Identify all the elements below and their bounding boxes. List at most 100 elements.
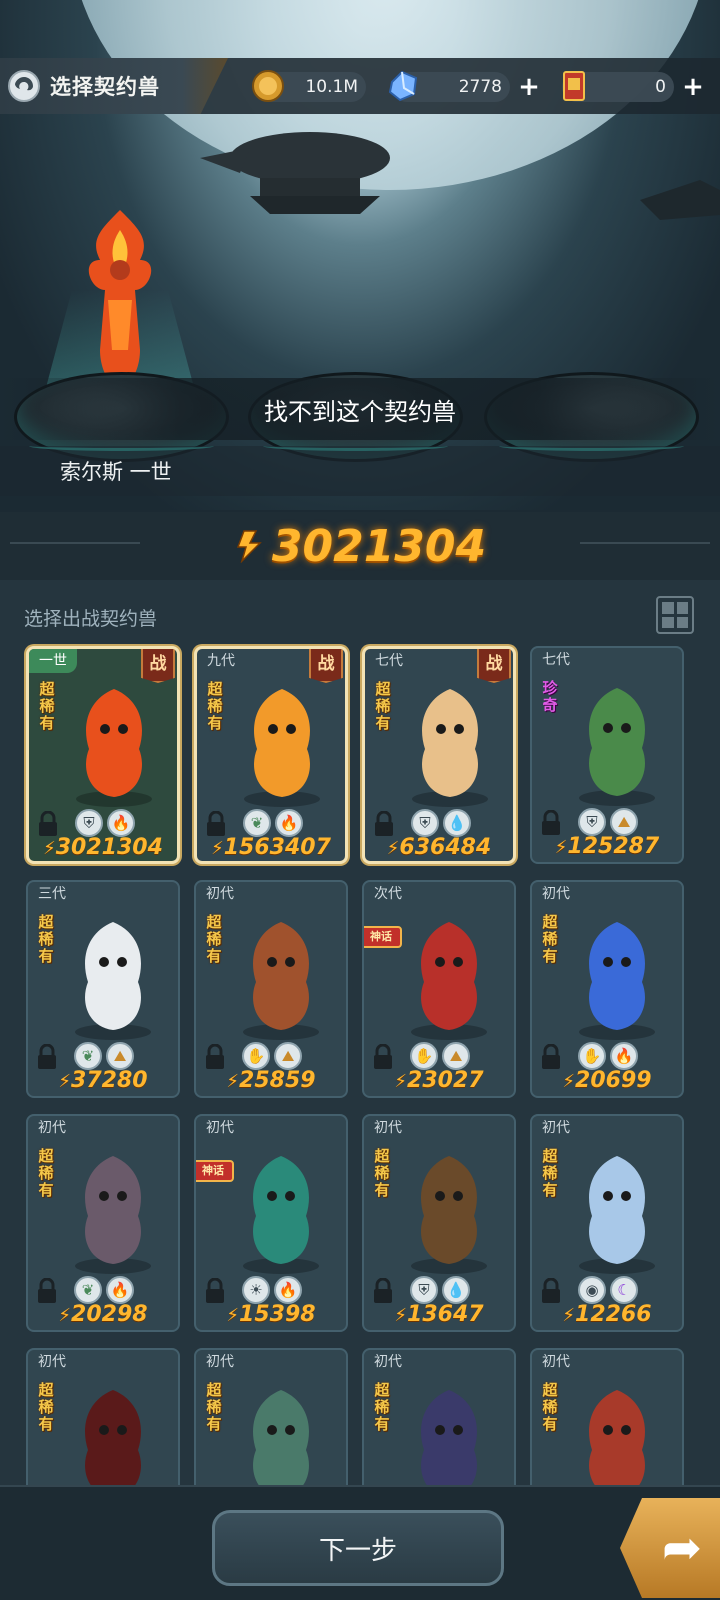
creature-card[interactable]: 次代 神话 ✋ ⛰ ⚡23027: [362, 880, 516, 1098]
generation-label: 初代: [374, 1354, 402, 1370]
power-bolt-icon: ⚡: [43, 838, 56, 859]
creature-card[interactable]: 三代 超稀有 ❦ ⛰ ⚡37280: [26, 880, 180, 1098]
lock-icon[interactable]: [540, 1044, 562, 1070]
creature-power-value: 15398: [239, 1302, 316, 1327]
lock-icon[interactable]: [36, 1044, 58, 1070]
mythic-ribbon: 神话: [196, 1160, 234, 1182]
dark-icon: ☾: [610, 1276, 638, 1304]
creature-card[interactable]: 初代 神话 ☀ 🔥 ⚡15398: [194, 1114, 348, 1332]
rarity-label: 超稀有: [38, 913, 54, 965]
next-step-button[interactable]: 下一步: [212, 1510, 504, 1586]
creature-power-value: 13647: [407, 1302, 484, 1327]
generation-label: 次代: [374, 886, 402, 902]
lock-icon[interactable]: [373, 811, 395, 837]
creature-card[interactable]: 初代 超稀有 ⛨ 💧 ⚡13647: [362, 1114, 516, 1332]
leaf-icon: ❦: [74, 1276, 102, 1304]
add-ticket-button[interactable]: +: [680, 74, 706, 100]
lock-icon[interactable]: [540, 1278, 562, 1304]
gold-value: 10.1M: [305, 77, 358, 97]
shield-icon: ⛨: [410, 1276, 438, 1304]
crystal-icon: [388, 70, 418, 102]
rarity-label: 超稀有: [542, 913, 558, 965]
lock-icon[interactable]: [37, 811, 59, 837]
shield-icon: ⛨: [578, 808, 606, 836]
add-crystal-button[interactable]: +: [516, 74, 542, 100]
power-bolt-icon: ⚡: [394, 1071, 408, 1092]
status-message: 找不到这个契约兽: [264, 397, 456, 426]
creature-card[interactable]: 初代 超稀有 ✋ ⛰ ⚡25859: [194, 880, 348, 1098]
generation-label: 九代: [207, 653, 235, 669]
creature-power-value: 20298: [71, 1302, 148, 1327]
generation-label: 初代: [542, 886, 570, 902]
leaf-icon: ❦: [243, 809, 271, 837]
grid-view-button[interactable]: [656, 596, 694, 634]
creature-power-value: 37280: [71, 1068, 148, 1093]
lock-icon[interactable]: [205, 811, 227, 837]
crystal-value: 2778: [458, 77, 502, 97]
gold-coin-icon: [252, 70, 284, 102]
total-power-value: 3021304: [271, 520, 487, 572]
creature-power: ⚡37280: [28, 1068, 178, 1096]
lock-icon[interactable]: [540, 810, 562, 836]
hero-name: 索尔斯 一世: [60, 460, 172, 484]
creature-card[interactable]: 初代 超稀有 ✋ 🔥 ⚡20699: [530, 880, 684, 1098]
creature-power-value: 25859: [239, 1068, 316, 1093]
power-bolt-icon: ⚡: [386, 838, 400, 859]
generation-label: 七代: [542, 652, 570, 668]
generation-label: 一世: [29, 649, 77, 673]
creature-portrait: [75, 1156, 151, 1274]
lock-icon[interactable]: [204, 1278, 226, 1304]
battle-badge: 战: [477, 649, 511, 683]
lock-icon[interactable]: [204, 1044, 226, 1070]
creature-power-value: 23027: [407, 1068, 484, 1093]
rarity-label: 超稀有: [206, 913, 222, 965]
rarity-label: 超稀有: [542, 1381, 558, 1433]
rarity-label: 超稀有: [39, 680, 55, 732]
airship-silhouette: [200, 132, 390, 214]
shield-icon: ⛨: [75, 809, 103, 837]
creature-portrait: [579, 922, 655, 1040]
power-bolt-icon: [236, 530, 262, 563]
creature-card[interactable]: 一世战超稀有 ⛨ 🔥 ⚡3021304: [26, 646, 180, 864]
generation-label: 初代: [206, 1354, 234, 1370]
creature-power: ⚡125287: [532, 834, 682, 862]
ticket-value: 0: [655, 77, 666, 97]
earth-icon: ⛰: [610, 808, 638, 836]
creature-card[interactable]: 初代 超稀有 ❦ 🔥 ⚡20298: [26, 1114, 180, 1332]
swirl-icon[interactable]: [8, 70, 40, 102]
water-icon: 💧: [442, 1276, 470, 1304]
rarity-label: 超稀有: [207, 680, 223, 732]
generation-label: 初代: [206, 1120, 234, 1136]
generation-label: 初代: [38, 1354, 66, 1370]
creature-power: ⚡23027: [364, 1068, 514, 1096]
creature-portrait: [411, 922, 487, 1040]
shield-icon: ⛨: [411, 809, 439, 837]
creature-power: ⚡20298: [28, 1302, 178, 1330]
creature-card[interactable]: 七代 珍奇 ⛨ ⛰ ⚡125287: [530, 646, 684, 864]
generation-label: 初代: [374, 1120, 402, 1136]
creature-card[interactable]: 初代 超稀有 ◉ ☾ ⚡12266: [530, 1114, 684, 1332]
creature-portrait: [76, 689, 152, 807]
rarity-label: 超稀有: [542, 1147, 558, 1199]
power-bolt-icon: ⚡: [58, 1305, 72, 1326]
creature-card[interactable]: 九代战超稀有 ❦ 🔥 ⚡1563407: [194, 646, 348, 864]
divider-left: [10, 542, 140, 544]
lock-icon[interactable]: [372, 1278, 394, 1304]
share-arrow-icon: ➦: [661, 1520, 703, 1576]
claw-icon: ✋: [242, 1042, 270, 1070]
lock-icon[interactable]: [36, 1278, 58, 1304]
generation-label: 七代: [375, 653, 403, 669]
divider-right: [580, 542, 710, 544]
title-block: 选择契约兽: [0, 58, 228, 114]
generation-label: 初代: [542, 1354, 570, 1370]
lock-icon[interactable]: [372, 1044, 394, 1070]
creature-portrait: [243, 922, 319, 1040]
earth-icon: ⛰: [442, 1042, 470, 1070]
light-icon: ☀: [242, 1276, 270, 1304]
creature-card[interactable]: 七代战超稀有 ⛨ 💧 ⚡636484: [362, 646, 516, 864]
battle-badge: 战: [141, 649, 175, 683]
generation-label: 初代: [542, 1120, 570, 1136]
fire-icon: 🔥: [106, 1276, 134, 1304]
ticket-counter: 0: [562, 71, 674, 102]
generation-label: 三代: [38, 886, 66, 902]
